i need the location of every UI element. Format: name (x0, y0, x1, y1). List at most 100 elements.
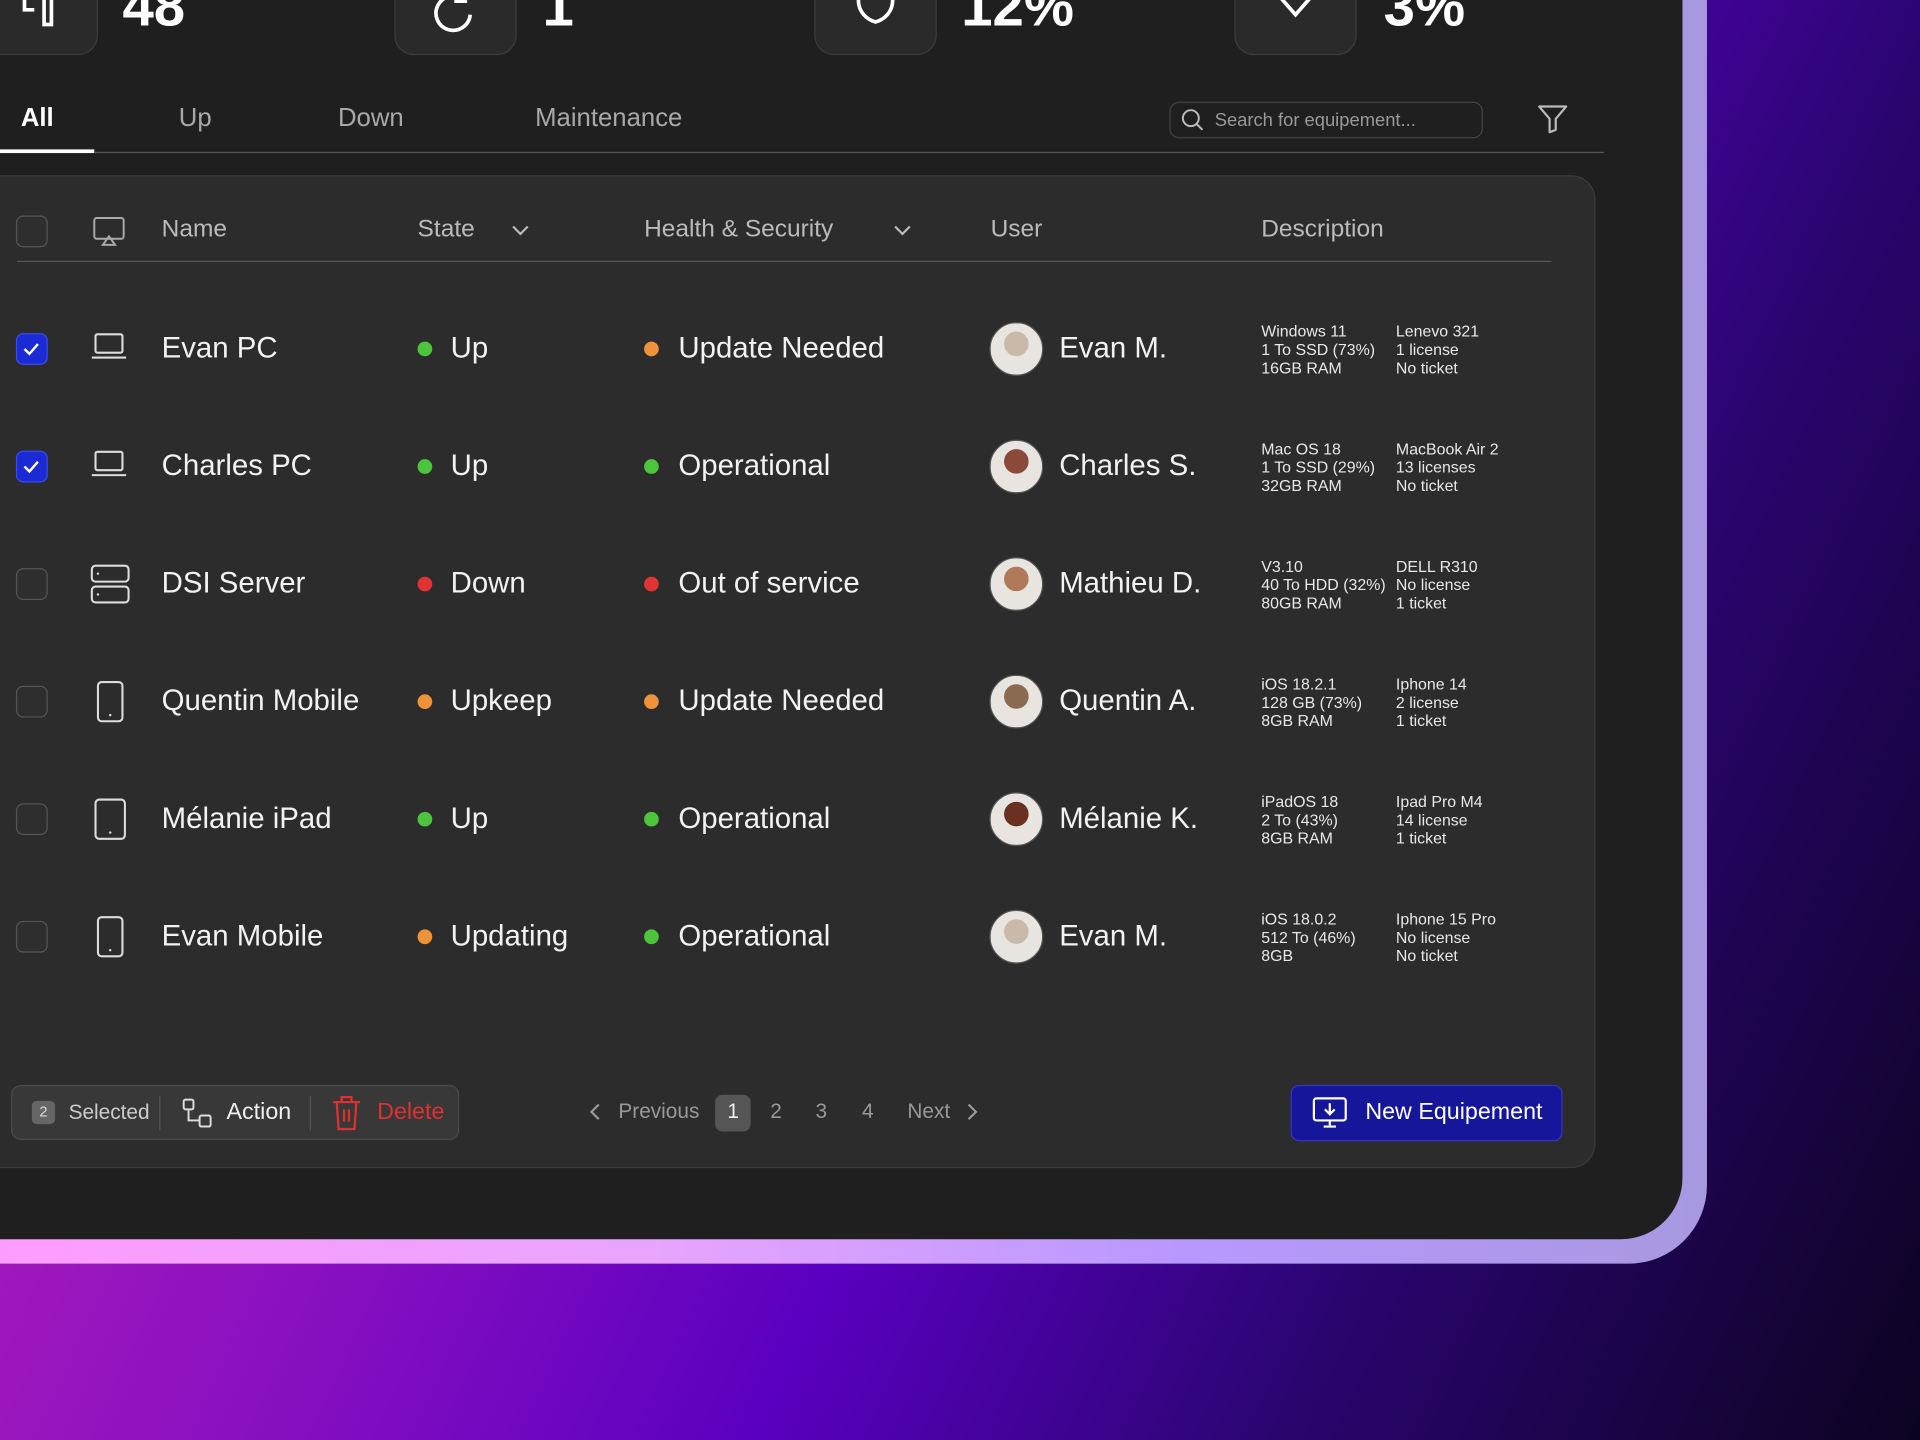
description-model: Ipad Pro M4 14 license 1 ticket (1395, 792, 1483, 848)
check-icon (23, 460, 39, 474)
state-dot (417, 341, 433, 357)
row-checkbox[interactable] (15, 920, 48, 953)
header-user: User (990, 215, 1043, 243)
stat-value: 48 (122, 0, 186, 38)
chevron-down-icon[interactable] (893, 223, 913, 238)
selected-label: Selected (68, 1100, 150, 1125)
diamond-icon (1280, 0, 1311, 18)
tab-up[interactable]: Up (179, 104, 212, 133)
action-button[interactable]: Action (176, 1093, 298, 1132)
bulk-action-bar: 2 Selected Action Delete (11, 1084, 460, 1141)
header-state[interactable]: State (418, 216, 475, 244)
page-button-4[interactable]: 4 (862, 1100, 874, 1124)
stat-value: 1 (542, 0, 574, 38)
health-dot (644, 811, 659, 827)
health-text: Operational (678, 802, 831, 836)
delete-button[interactable]: Delete (328, 1093, 450, 1132)
tabs-divider (94, 151, 1605, 154)
stat-value: 3% (1383, 0, 1466, 38)
user-name: Mathieu D. (1059, 566, 1202, 601)
state-text: Upkeep (450, 684, 552, 718)
stat-card (0, 0, 98, 56)
row-checkbox[interactable] (15, 450, 48, 483)
page-button-3[interactable]: 3 (816, 1100, 828, 1124)
row-checkbox[interactable] (15, 685, 48, 718)
description-model: Iphone 15 Pro No license No ticket (1395, 909, 1496, 965)
description-specs: V3.10 40 To HDD (32%) 80GB RAM (1261, 557, 1386, 613)
tablet-icon (94, 798, 126, 840)
description-specs: iPadOS 18 2 To (43%) 8GB RAM (1261, 792, 1339, 848)
description-specs: Windows 11 1 To SSD (73%) 16GB RAM (1261, 322, 1376, 378)
health-text: Operational (678, 919, 831, 953)
state-text: Down (450, 566, 526, 601)
active-tab-indicator (0, 149, 95, 154)
chevron-down-icon[interactable] (511, 223, 531, 238)
header-divider (17, 260, 1552, 263)
health-dot (644, 694, 659, 709)
stat-card (1234, 0, 1357, 56)
state-dot (417, 811, 433, 827)
description-model: Lenevo 321 1 license No ticket (1395, 322, 1480, 378)
new-equipement-button[interactable]: New Equipement (1290, 1084, 1563, 1142)
shield-icon (856, 0, 895, 24)
equipment-name[interactable]: Evan Mobile (162, 920, 324, 954)
next-page-button[interactable]: Next (907, 1100, 950, 1124)
search-input[interactable] (1214, 109, 1460, 131)
trash-icon (333, 1096, 361, 1131)
tab-all[interactable]: All (21, 104, 54, 133)
user-name: Quentin A. (1059, 684, 1197, 718)
stat-card (394, 0, 517, 56)
health-dot (644, 341, 659, 357)
server-icon (90, 564, 130, 604)
equipment-name[interactable]: Quentin Mobile (162, 684, 360, 718)
row-checkbox[interactable] (15, 568, 48, 601)
equipment-name[interactable]: DSI Server (162, 567, 306, 601)
description-specs: Mac OS 18 1 To SSD (29%) 32GB RAM (1261, 439, 1376, 495)
state-text: Up (450, 331, 489, 365)
user-name: Evan M. (1059, 331, 1167, 365)
previous-page-button[interactable]: Previous (618, 1100, 699, 1124)
chevron-right-icon[interactable] (965, 1102, 980, 1122)
state-dot (417, 459, 433, 474)
devices-icon (22, 0, 54, 27)
monitor-icon (93, 216, 125, 246)
tab-down[interactable]: Down (338, 104, 404, 133)
page-button-2[interactable]: 2 (770, 1100, 782, 1124)
state-text: Up (450, 449, 489, 483)
search-box[interactable] (1169, 101, 1483, 139)
tab-maintenance[interactable]: Maintenance (535, 104, 682, 133)
equipment-name[interactable]: Charles PC (162, 449, 312, 483)
header-name[interactable]: Name (162, 216, 227, 244)
divider (159, 1095, 161, 1131)
health-dot (644, 929, 659, 945)
user-name: Charles S. (1059, 449, 1197, 483)
delete-label: Delete (377, 1099, 445, 1126)
avatar (989, 322, 1044, 376)
selected-count-badge: 2 (31, 1100, 56, 1125)
user-name: Mélanie K. (1059, 802, 1199, 836)
chevron-left-icon[interactable] (588, 1102, 603, 1122)
description-model: Iphone 14 2 license 1 ticket (1395, 674, 1467, 730)
page-button-1[interactable]: 1 (727, 1100, 739, 1124)
state-text: Up (450, 802, 489, 836)
action-icon (182, 1098, 212, 1128)
equipment-name[interactable]: Evan PC (162, 332, 278, 366)
user-name: Evan M. (1059, 919, 1167, 953)
state-dot (417, 929, 433, 945)
refresh-icon (434, 0, 473, 33)
row-checkbox[interactable] (15, 333, 48, 365)
filter-icon[interactable] (1537, 103, 1569, 135)
avatar (989, 674, 1044, 729)
row-checkbox[interactable] (15, 803, 48, 836)
avatar (989, 439, 1044, 494)
health-text: Out of service (678, 566, 860, 601)
health-dot (644, 459, 659, 474)
laptop-icon (91, 450, 127, 477)
health-dot (644, 576, 659, 592)
stat-value: 12% (961, 0, 1074, 38)
header-health[interactable]: Health & Security (644, 216, 833, 244)
health-text: Update Needed (678, 684, 885, 718)
avatar (989, 557, 1044, 612)
equipment-name[interactable]: Mélanie iPad (162, 802, 332, 836)
select-all-checkbox[interactable] (15, 215, 48, 248)
